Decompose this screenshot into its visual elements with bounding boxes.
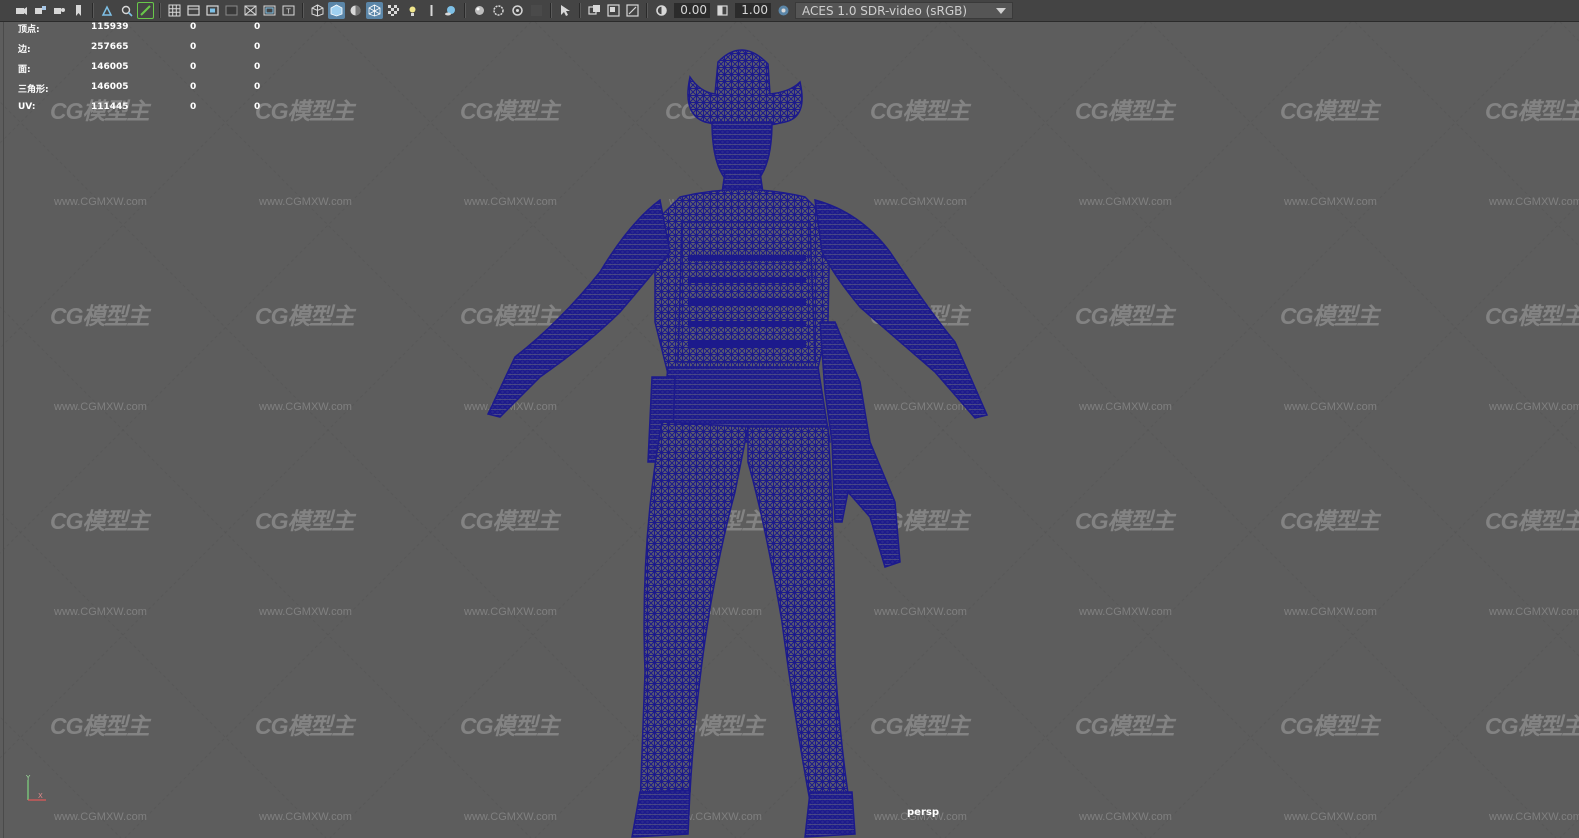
- toolbar-separator: [550, 3, 552, 18]
- hud-label: 边:: [18, 45, 31, 55]
- toolbar-separator: [579, 3, 581, 18]
- bookmark-icon[interactable]: [70, 2, 87, 19]
- gamma-icon[interactable]: [714, 2, 731, 19]
- perspective-viewport[interactable]: CG模型主 www.CGMXW.com CG模型主 www.CGMXW.com CG模型…: [0, 22, 1579, 838]
- toolbar-separator: [464, 3, 466, 18]
- smooth-shade-icon[interactable]: [328, 2, 345, 19]
- svg-text:X: X: [38, 792, 43, 800]
- hud-col3: 0: [254, 42, 261, 52]
- hat-mesh: [687, 49, 803, 128]
- hud-col3: 0: [254, 102, 261, 112]
- gamma-field[interactable]: 1.00: [735, 3, 771, 18]
- xray-icon[interactable]: [586, 2, 603, 19]
- motion-blur-icon[interactable]: [471, 2, 488, 19]
- toolbar-separator: [646, 3, 648, 18]
- toolbar-separator: [92, 3, 94, 18]
- chevron-down-icon: [996, 7, 1006, 14]
- safe-title-icon[interactable]: T: [280, 2, 297, 19]
- hud-value: 146005: [91, 82, 129, 92]
- default-material-icon[interactable]: [347, 2, 364, 19]
- hud-col2: 0: [190, 42, 197, 52]
- toolbar-separator: [159, 3, 161, 18]
- exposure-icon[interactable]: [653, 2, 670, 19]
- xray-joints-icon[interactable]: [605, 2, 622, 19]
- hud-col2: 0: [190, 62, 197, 72]
- hud-label: 顶点:: [18, 25, 40, 35]
- xray-components-icon[interactable]: [624, 2, 641, 19]
- boot-left-mesh: [631, 789, 691, 838]
- wireframe-on-shaded-icon[interactable]: [366, 2, 383, 19]
- hud-value: 111445: [91, 102, 129, 112]
- svg-text:T: T: [285, 8, 291, 16]
- toolbar-separator: [302, 3, 304, 18]
- anti-aliasing-icon[interactable]: [490, 2, 507, 19]
- shadows-icon[interactable]: [423, 2, 440, 19]
- hud-col2: 0: [190, 102, 197, 112]
- camera-attributes-icon[interactable]: [32, 2, 49, 19]
- screen-space-ao-icon[interactable]: [442, 2, 459, 19]
- hud-value: 257665: [91, 42, 129, 52]
- safe-action-icon[interactable]: [261, 2, 278, 19]
- lights-icon[interactable]: [404, 2, 421, 19]
- wireframe-character-model[interactable]: [0, 22, 1579, 838]
- wireframe-icon[interactable]: [309, 2, 326, 19]
- film-gate-icon[interactable]: [185, 2, 202, 19]
- svg-text:Y: Y: [25, 774, 31, 782]
- 2d-pan-zoom-icon[interactable]: [118, 2, 135, 19]
- color-management-group: 0.00 1.00 ACES 1.0 SDR-video (sRGB): [652, 0, 1013, 21]
- isolate-select-icon[interactable]: [557, 2, 574, 19]
- hud-label: 三角形:: [18, 85, 49, 95]
- camera-tools-group: [12, 0, 165, 21]
- boot-right-mesh: [804, 791, 856, 838]
- image-plane-icon[interactable]: [99, 2, 116, 19]
- hud-toggle-icon[interactable]: [528, 2, 545, 19]
- hud-col2: 0: [190, 82, 197, 92]
- viewport-toolbar: T 0.00 1.00 ACES 1.0 SDR-video (sRGB): [0, 0, 1579, 22]
- hud-col3: 0: [254, 82, 261, 92]
- hud-value: 146005: [91, 62, 129, 72]
- exposure-field[interactable]: 0.00: [674, 3, 710, 18]
- textured-icon[interactable]: [385, 2, 402, 19]
- hud-col3: 0: [254, 62, 261, 72]
- gate-mask-icon[interactable]: [223, 2, 240, 19]
- isolate-xray-group: [556, 0, 652, 21]
- camera-icon[interactable]: [13, 2, 30, 19]
- render-effects-group: [470, 0, 556, 21]
- maya-viewport-window: T 0.00 1.00 ACES 1.0 SDR-video (sRGB) CG…: [0, 0, 1579, 838]
- hud-label: 面:: [18, 65, 31, 75]
- view-transform-icon[interactable]: [775, 2, 792, 19]
- grease-pencil-active-icon[interactable]: [137, 2, 154, 19]
- camera-name-label: persp: [907, 807, 939, 818]
- view-axis-indicator-icon: Y X: [25, 774, 46, 801]
- hud-col2: 0: [190, 22, 197, 32]
- resolution-gate-icon[interactable]: [204, 2, 221, 19]
- arm-left-mesh: [486, 198, 671, 418]
- camera-sequencer-icon[interactable]: [51, 2, 68, 19]
- color-space-label: ACES 1.0 SDR-video (sRGB): [802, 3, 968, 18]
- color-space-dropdown[interactable]: ACES 1.0 SDR-video (sRGB): [795, 2, 1013, 19]
- hud-col3: 0: [254, 22, 261, 32]
- leg-left-mesh: [639, 421, 749, 813]
- depth-of-field-icon[interactable]: [509, 2, 526, 19]
- field-chart-icon[interactable]: [242, 2, 259, 19]
- shading-group: [308, 0, 470, 21]
- grid-icon[interactable]: [166, 2, 183, 19]
- character-mesh: [486, 49, 989, 838]
- display-gates-group: T: [165, 0, 308, 21]
- hud-value: 115939: [91, 22, 129, 32]
- hud-label: UV:: [18, 102, 36, 112]
